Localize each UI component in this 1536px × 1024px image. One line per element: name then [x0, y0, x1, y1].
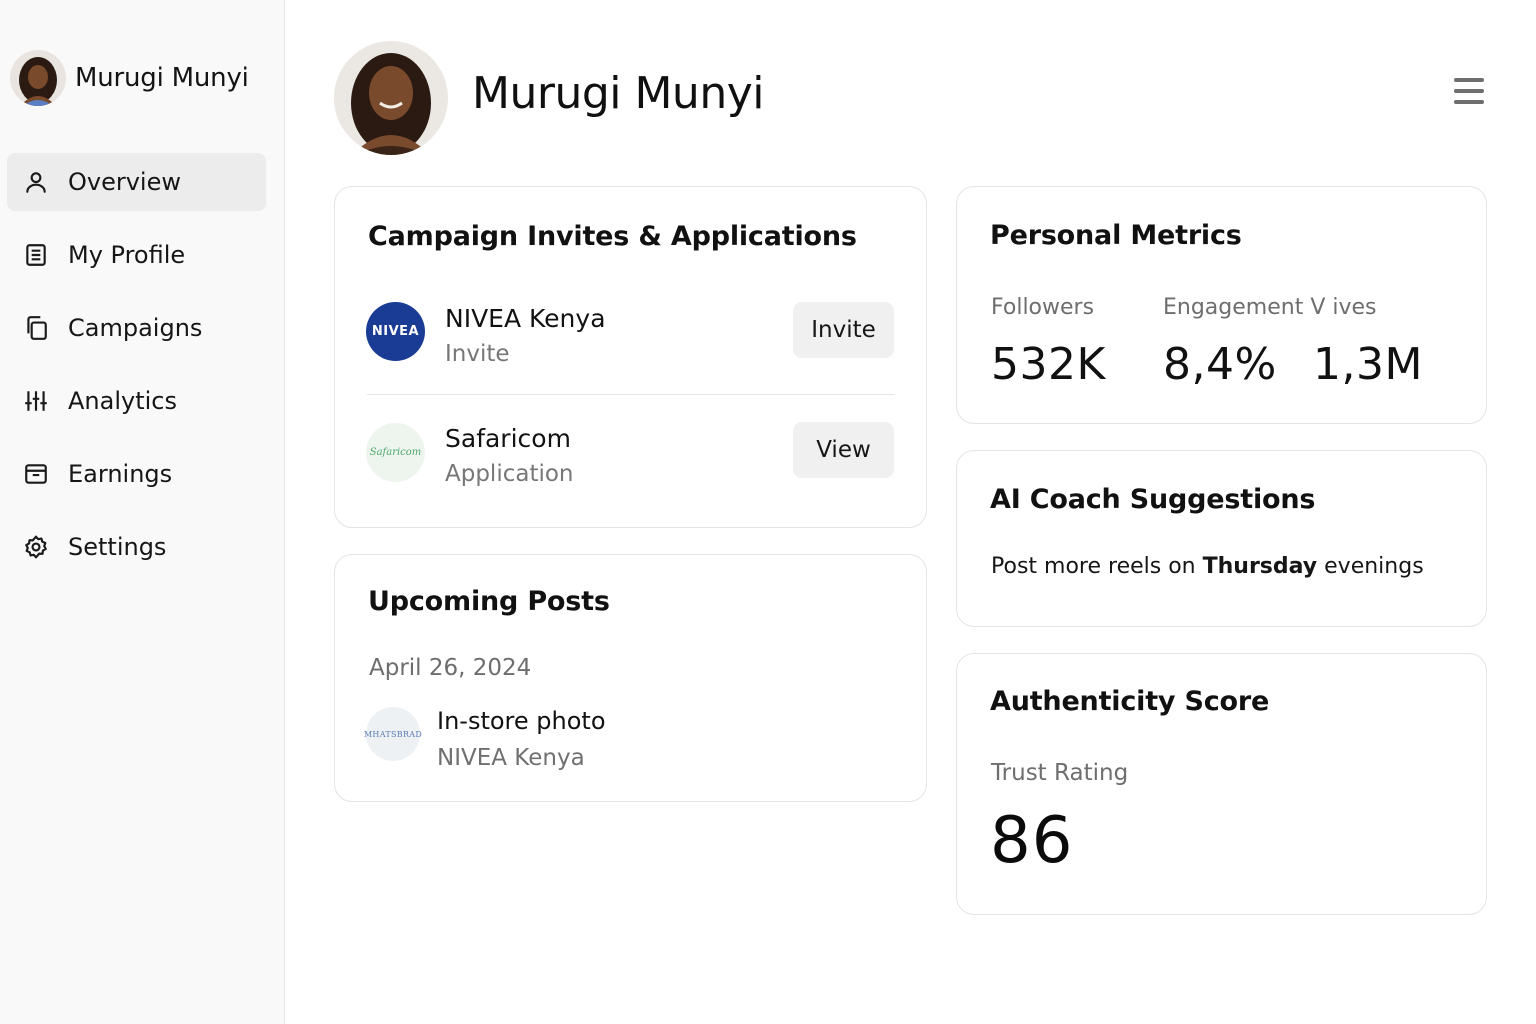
personal-metrics-card: Personal Metrics Followers Engagement V …	[956, 186, 1487, 424]
divider	[367, 394, 895, 395]
followers-label: Followers	[991, 295, 1095, 320]
sidebar-item-campaigns[interactable]: Campaigns	[7, 299, 266, 357]
card-title: AI Coach Suggestions	[990, 484, 1316, 515]
views-value: 1,3M	[1313, 339, 1423, 390]
brand-logo: MHATSBRAD	[364, 707, 422, 761]
coach-text-before: Post more reels on	[991, 554, 1203, 579]
sidebar-item-earnings[interactable]: Earnings	[7, 445, 266, 503]
card-title: Upcoming Posts	[368, 586, 610, 617]
sidebar-item-overview[interactable]: Overview	[7, 153, 266, 211]
post-brand: NIVEA Kenya	[437, 745, 585, 771]
campaign-row: Safaricom Safaricom Application View	[366, 421, 894, 511]
archive-icon	[22, 460, 50, 488]
sidebar-item-label: Settings	[68, 533, 167, 561]
post-title[interactable]: In-store photo	[437, 707, 606, 735]
avatar	[10, 50, 66, 106]
engagement-value: 8,4%	[1163, 339, 1277, 390]
page-title: Murugi Munyi	[472, 68, 764, 119]
sidebar-item-label: Campaigns	[68, 314, 203, 342]
card-title: Campaign Invites & Applications	[368, 221, 857, 252]
sidebar-nav: Overview My Profile Campaigns Analytics …	[7, 153, 266, 591]
view-button[interactable]: View	[793, 422, 894, 478]
coach-text-after: evenings	[1317, 554, 1424, 579]
followers-value: 532K	[991, 339, 1106, 390]
campaign-brand: NIVEA Kenya	[445, 304, 606, 333]
invite-button[interactable]: Invite	[793, 302, 894, 358]
user-icon	[22, 168, 50, 196]
coach-suggestion: Post more reels on Thursday evenings	[991, 554, 1424, 579]
trust-rating-value: 86	[990, 804, 1074, 878]
trust-rating-label: Trust Rating	[991, 760, 1129, 786]
campaign-row: NIVEA NIVEA Kenya Invite Invite	[366, 301, 894, 391]
copy-icon	[22, 314, 50, 342]
sliders-icon	[22, 387, 50, 415]
document-icon	[22, 241, 50, 269]
card-title: Authenticity Score	[990, 686, 1270, 717]
upcoming-posts-card: Upcoming Posts April 26, 2024 MHATSBRAD …	[334, 554, 927, 802]
campaign-brand: Safaricom	[445, 424, 571, 453]
profile-avatar	[334, 41, 448, 155]
nivea-logo: NIVEA	[366, 302, 425, 361]
ai-coach-card: AI Coach Suggestions Post more reels on …	[956, 450, 1487, 627]
card-title: Personal Metrics	[990, 220, 1242, 251]
sidebar-user[interactable]: Murugi Munyi	[10, 50, 249, 106]
coach-text-highlight: Thursday	[1202, 554, 1318, 579]
campaign-type: Application	[445, 461, 574, 487]
campaign-invites-card: Campaign Invites & Applications NIVEA NI…	[334, 186, 927, 528]
sidebar-user-name: Murugi Munyi	[75, 63, 249, 93]
sidebar-item-analytics[interactable]: Analytics	[7, 372, 266, 430]
gear-icon	[22, 533, 50, 561]
post-date: April 26, 2024	[369, 655, 532, 681]
sidebar-item-my-profile[interactable]: My Profile	[7, 226, 266, 284]
hamburger-menu-icon[interactable]	[1450, 74, 1488, 108]
sidebar-item-settings[interactable]: Settings	[7, 518, 266, 576]
sidebar-item-label: Overview	[68, 168, 181, 196]
campaign-type: Invite	[445, 341, 510, 367]
engagement-label: Engagement V ives	[1163, 295, 1377, 320]
sidebar-item-label: Earnings	[68, 460, 173, 488]
authenticity-score-card: Authenticity Score Trust Rating 86	[956, 653, 1487, 915]
safaricom-logo: Safaricom	[366, 423, 425, 482]
sidebar: Murugi Munyi Overview My Profile Campaig…	[0, 0, 285, 1024]
sidebar-item-label: My Profile	[68, 241, 186, 269]
sidebar-item-label: Analytics	[68, 387, 177, 415]
